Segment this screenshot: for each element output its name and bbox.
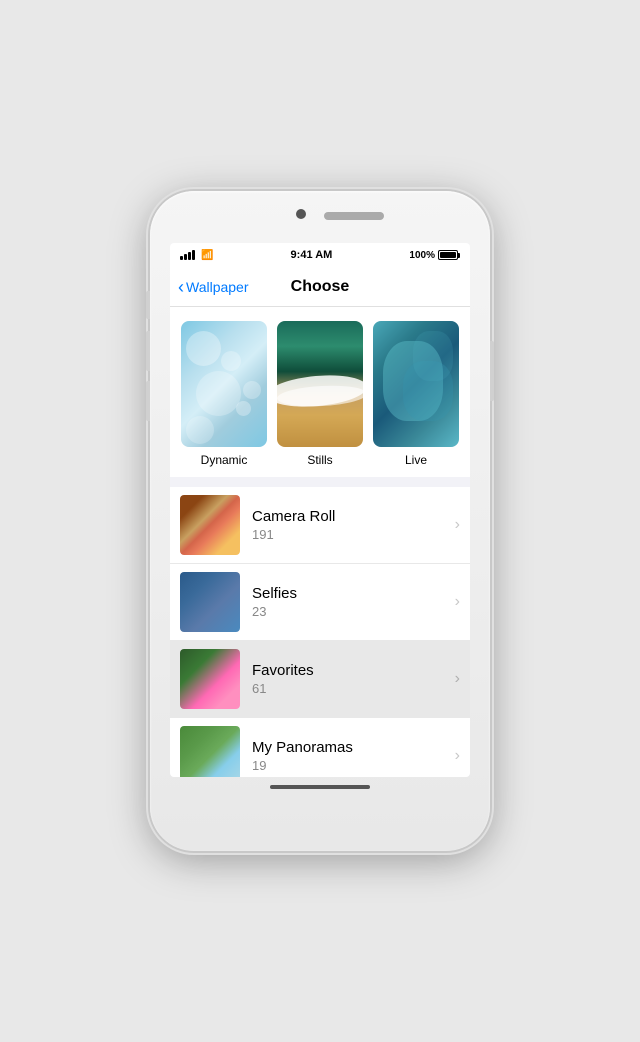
speaker xyxy=(324,212,384,220)
panoramas-title: My Panoramas xyxy=(252,739,455,756)
status-bar: 📶 9:41 AM 100% xyxy=(170,243,470,267)
signal-bar-4 xyxy=(192,250,195,260)
chevron-left-icon: ‹ xyxy=(178,278,184,296)
wallpaper-type-stills[interactable]: Stills xyxy=(276,321,364,467)
back-label: Wallpaper xyxy=(186,279,249,295)
power-button[interactable] xyxy=(490,341,494,401)
selfies-thumbnail xyxy=(180,572,240,632)
selfies-count: 23 xyxy=(252,604,455,619)
chevron-right-icon: › xyxy=(455,593,460,611)
panoramas-info: My Panoramas 19 xyxy=(252,739,455,773)
album-favorites[interactable]: Favorites 61 › xyxy=(170,641,470,718)
screen: 📶 9:41 AM 100% ‹ Wallpaper Choose xyxy=(170,243,470,777)
selfies-info: Selfies 23 xyxy=(252,585,455,619)
nav-bar: ‹ Wallpaper Choose xyxy=(170,267,470,307)
camera-roll-thumbnail xyxy=(180,495,240,555)
panoramas-count: 19 xyxy=(252,758,455,773)
chevron-right-icon: › xyxy=(455,747,460,765)
battery-icon xyxy=(438,250,460,260)
stills-label: Stills xyxy=(307,453,332,467)
signal-bar-1 xyxy=(180,256,183,260)
signal-bars xyxy=(180,250,195,260)
favorites-count: 61 xyxy=(252,681,455,696)
dynamic-thumbnail xyxy=(181,321,267,447)
front-camera xyxy=(296,209,306,219)
page-title: Choose xyxy=(291,278,350,296)
selfies-title: Selfies xyxy=(252,585,455,602)
album-selfies[interactable]: Selfies 23 › xyxy=(170,564,470,641)
section-separator xyxy=(170,477,470,487)
phone-frame: 📶 9:41 AM 100% ‹ Wallpaper Choose xyxy=(150,191,490,851)
wallpaper-type-live[interactable]: Live xyxy=(372,321,460,467)
status-left: 📶 xyxy=(180,250,213,261)
favorites-info: Favorites 61 xyxy=(252,662,455,696)
wifi-icon: 📶 xyxy=(201,250,213,261)
favorites-thumbnail xyxy=(180,649,240,709)
panoramas-thumbnail xyxy=(180,726,240,777)
album-my-panoramas[interactable]: My Panoramas 19 › xyxy=(170,718,470,777)
volume-down-button[interactable] xyxy=(146,381,150,421)
signal-bar-2 xyxy=(184,254,187,260)
camera-roll-title: Camera Roll xyxy=(252,508,455,525)
stills-thumbnail xyxy=(277,321,363,447)
live-label: Live xyxy=(405,453,427,467)
home-indicator[interactable] xyxy=(270,785,370,789)
camera-roll-count: 191 xyxy=(252,527,455,542)
dynamic-label: Dynamic xyxy=(201,453,248,467)
album-camera-roll[interactable]: Camera Roll 191 › xyxy=(170,487,470,564)
chevron-right-icon: › xyxy=(455,516,460,534)
wallpaper-type-dynamic[interactable]: Dynamic xyxy=(180,321,268,467)
status-time: 9:41 AM xyxy=(291,249,333,261)
status-right: 100% xyxy=(409,250,460,261)
favorites-title: Favorites xyxy=(252,662,455,679)
back-button[interactable]: ‹ Wallpaper xyxy=(178,278,249,296)
live-thumbnail xyxy=(373,321,459,447)
camera-roll-info: Camera Roll 191 xyxy=(252,508,455,542)
photo-albums-list: Camera Roll 191 › Selfies 23 › xyxy=(170,487,470,777)
content-area: Dynamic Stills xyxy=(170,307,470,777)
battery-percent: 100% xyxy=(409,250,435,261)
signal-bar-3 xyxy=(188,252,191,260)
wallpaper-type-cards: Dynamic Stills xyxy=(170,307,470,477)
chevron-right-icon: › xyxy=(455,670,460,688)
volume-up-button[interactable] xyxy=(146,331,150,371)
mute-button[interactable] xyxy=(146,291,150,319)
